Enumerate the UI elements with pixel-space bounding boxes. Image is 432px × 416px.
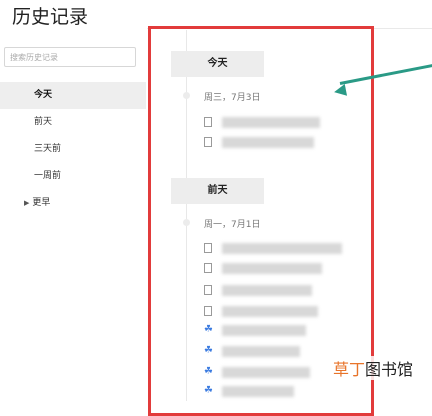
sidebar-item-day-before-yesterday[interactable]: 前天 xyxy=(0,109,146,136)
sidebar-item-label: 更早 xyxy=(32,198,51,208)
page-icon xyxy=(204,243,212,253)
blurred-title xyxy=(222,306,318,317)
timeline-dot xyxy=(183,92,190,99)
paw-icon: ☘ xyxy=(204,366,213,377)
page-icon xyxy=(204,137,212,147)
expand-arrow-icon: ▶ xyxy=(24,199,30,207)
sidebar-item-three-days-ago[interactable]: 三天前 xyxy=(0,136,146,163)
paw-icon: ☘ xyxy=(204,345,213,356)
annotation-arrow-head-icon xyxy=(332,83,348,99)
blurred-title xyxy=(222,386,294,397)
annotation-arrow-line xyxy=(339,63,432,85)
sidebar-item-one-week-ago[interactable]: 一周前 xyxy=(0,163,146,190)
page-icon xyxy=(204,263,212,273)
date-label: 周一，7月1日 xyxy=(204,220,261,230)
paw-icon: ☘ xyxy=(204,324,213,335)
blurred-title xyxy=(222,137,314,148)
watermark: 草丁图书馆 xyxy=(333,356,414,380)
blurred-title xyxy=(222,367,310,378)
blurred-title xyxy=(222,325,306,336)
group-header-today: 今天 xyxy=(171,51,264,77)
paw-icon: ☘ xyxy=(204,385,213,396)
blurred-title xyxy=(222,263,322,274)
blurred-title xyxy=(222,346,300,357)
page-icon xyxy=(204,285,212,295)
timeline-dot xyxy=(183,219,190,226)
sidebar: 今天 前天 三天前 一周前 ▶ 更早 xyxy=(0,82,146,217)
sidebar-item-today[interactable]: 今天 xyxy=(0,82,146,109)
date-label: 周三，7月3日 xyxy=(204,93,261,103)
blurred-title xyxy=(222,117,320,128)
group-header-day-before-yesterday: 前天 xyxy=(171,178,264,204)
timeline-line xyxy=(186,30,187,401)
blurred-title xyxy=(222,243,342,254)
page-icon xyxy=(204,117,212,127)
sidebar-item-earlier[interactable]: ▶ 更早 xyxy=(0,190,146,217)
page-icon xyxy=(204,306,212,316)
blurred-title xyxy=(222,285,312,296)
watermark-part1: 草丁 xyxy=(333,360,366,379)
search-input[interactable]: 搜索历史记录 xyxy=(4,47,136,67)
header-divider xyxy=(147,28,432,29)
page-title: 历史记录 xyxy=(12,6,89,28)
watermark-part2: 图书馆 xyxy=(365,360,414,379)
